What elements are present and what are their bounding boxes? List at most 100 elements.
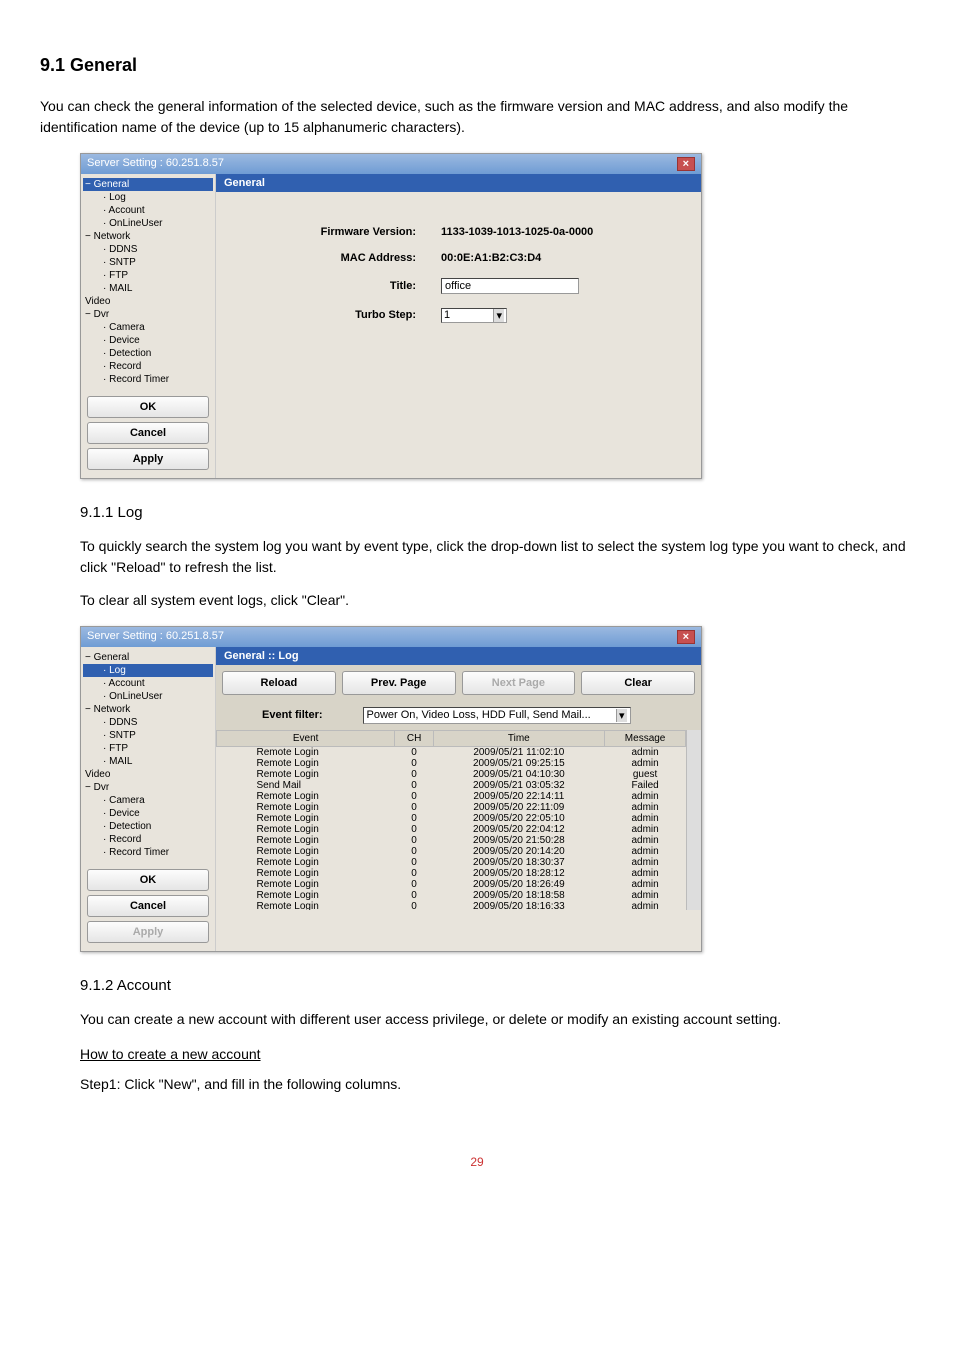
tree-item[interactable]: · SNTP: [83, 729, 213, 742]
cell-ch: 0: [395, 846, 434, 857]
nav-tree[interactable]: − General· Log· Account· OnLineUser− Net…: [83, 178, 213, 386]
section-intro: You can check the general information of…: [40, 96, 914, 138]
tree-item[interactable]: · Device: [83, 807, 213, 820]
tree-item[interactable]: · Detection: [83, 347, 213, 360]
cell-time: 2009/05/20 22:11:09: [433, 802, 604, 813]
account-heading: 9.1.2 Account: [80, 977, 914, 994]
next-page-button[interactable]: Next Page: [462, 671, 576, 695]
ok-button[interactable]: OK: [87, 396, 209, 418]
cell-event: Remote Login: [217, 879, 395, 890]
ok-button[interactable]: OK: [87, 869, 209, 891]
cell-ch: 0: [395, 824, 434, 835]
cancel-button[interactable]: Cancel: [87, 422, 209, 444]
table-row[interactable]: Remote Login02009/05/20 22:11:09admin: [217, 802, 686, 813]
tree-item[interactable]: · Record: [83, 833, 213, 846]
table-row[interactable]: Remote Login02009/05/20 22:04:12admin: [217, 824, 686, 835]
cell-time: 2009/05/20 22:14:11: [433, 791, 604, 802]
tree-item[interactable]: · Camera: [83, 794, 213, 807]
dialog-title: Server Setting : 60.251.8.57: [87, 630, 224, 644]
tree-item[interactable]: · Account: [83, 677, 213, 690]
cell-ch: 0: [395, 868, 434, 879]
tree-item[interactable]: · OnLineUser: [83, 690, 213, 703]
turbo-value: 1: [444, 309, 450, 322]
tree-item[interactable]: − Dvr: [83, 308, 213, 321]
apply-button[interactable]: Apply: [87, 448, 209, 470]
col-event[interactable]: Event: [217, 730, 395, 746]
tree-item[interactable]: · MAIL: [83, 755, 213, 768]
clear-button[interactable]: Clear: [581, 671, 695, 695]
table-row[interactable]: Remote Login02009/05/21 09:25:15admin: [217, 758, 686, 769]
log-heading: 9.1.1 Log: [80, 504, 914, 521]
table-row[interactable]: Remote Login02009/05/20 18:16:33admin: [217, 901, 686, 910]
cell-ch: 0: [395, 890, 434, 901]
close-icon[interactable]: ×: [677, 157, 695, 171]
col-message[interactable]: Message: [604, 730, 686, 746]
howto-heading: How to create a new account: [80, 1046, 914, 1062]
tree-item[interactable]: Video: [83, 768, 213, 781]
cell-time: 2009/05/21 09:25:15: [433, 758, 604, 769]
cell-ch: 0: [395, 802, 434, 813]
table-row[interactable]: Remote Login02009/05/20 20:14:20admin: [217, 846, 686, 857]
tree-item[interactable]: · Log: [83, 664, 213, 677]
tree-item[interactable]: · Record Timer: [83, 373, 213, 386]
reload-button[interactable]: Reload: [222, 671, 336, 695]
table-row[interactable]: Remote Login02009/05/20 21:50:28admin: [217, 835, 686, 846]
cell-time: 2009/05/20 18:16:33: [433, 901, 604, 910]
tree-item[interactable]: · Detection: [83, 820, 213, 833]
table-row[interactable]: Remote Login02009/05/21 11:02:10admin: [217, 746, 686, 758]
cell-message: admin: [604, 901, 686, 910]
account-p1: You can create a new account with differ…: [80, 1009, 914, 1030]
apply-button[interactable]: Apply: [87, 921, 209, 943]
col-ch[interactable]: CH: [395, 730, 434, 746]
tree-item[interactable]: − General: [83, 178, 213, 191]
turbo-select[interactable]: 1 ▾: [441, 308, 507, 323]
event-filter-select[interactable]: Power On, Video Loss, HDD Full, Send Mai…: [363, 707, 631, 724]
cancel-button[interactable]: Cancel: [87, 895, 209, 917]
table-row[interactable]: Remote Login02009/05/20 18:18:58admin: [217, 890, 686, 901]
table-row[interactable]: Remote Login02009/05/20 18:26:49admin: [217, 879, 686, 890]
section-heading: 9.1 General: [40, 55, 914, 76]
log-p2: To clear all system event logs, click "C…: [80, 590, 914, 611]
tree-item[interactable]: · FTP: [83, 742, 213, 755]
tree-item[interactable]: · FTP: [83, 269, 213, 282]
prev-page-button[interactable]: Prev. Page: [342, 671, 456, 695]
cell-message: Failed: [604, 780, 686, 791]
close-icon[interactable]: ×: [677, 630, 695, 644]
tree-item[interactable]: − Dvr: [83, 781, 213, 794]
tree-item[interactable]: · DDNS: [83, 243, 213, 256]
cell-time: 2009/05/20 22:05:10: [433, 813, 604, 824]
tree-item[interactable]: − General: [83, 651, 213, 664]
tree-item[interactable]: · Record Timer: [83, 846, 213, 859]
cell-time: 2009/05/20 18:28:12: [433, 868, 604, 879]
scrollbar[interactable]: [686, 730, 701, 910]
tree-item[interactable]: − Network: [83, 703, 213, 716]
col-time[interactable]: Time: [433, 730, 604, 746]
tree-item[interactable]: · MAIL: [83, 282, 213, 295]
table-row[interactable]: Send Mail02009/05/21 03:05:32Failed: [217, 780, 686, 791]
server-setting-dialog-log: Server Setting : 60.251.8.57 × − General…: [80, 626, 702, 952]
cell-event: Remote Login: [217, 901, 395, 910]
table-row[interactable]: Remote Login02009/05/20 18:28:12admin: [217, 868, 686, 879]
tree-item[interactable]: Video: [83, 295, 213, 308]
tree-item[interactable]: · DDNS: [83, 716, 213, 729]
cell-message: admin: [604, 846, 686, 857]
tree-item[interactable]: · Record: [83, 360, 213, 373]
tree-item[interactable]: · OnLineUser: [83, 217, 213, 230]
table-row[interactable]: Remote Login02009/05/20 22:14:11admin: [217, 791, 686, 802]
table-row[interactable]: Remote Login02009/05/21 04:10:30guest: [217, 769, 686, 780]
nav-tree[interactable]: − General· Log· Account· OnLineUser− Net…: [83, 651, 213, 859]
step1-text: Step1: Click "New", and fill in the foll…: [80, 1074, 914, 1095]
tree-item[interactable]: · Device: [83, 334, 213, 347]
title-input[interactable]: office: [441, 278, 579, 294]
table-row[interactable]: Remote Login02009/05/20 18:30:37admin: [217, 857, 686, 868]
table-row[interactable]: Remote Login02009/05/20 22:05:10admin: [217, 813, 686, 824]
tree-item[interactable]: − Network: [83, 230, 213, 243]
cell-message: admin: [604, 824, 686, 835]
tree-item[interactable]: · SNTP: [83, 256, 213, 269]
tree-item[interactable]: · Account: [83, 204, 213, 217]
firmware-value: 1133-1039-1013-1025-0a-0000: [441, 226, 593, 238]
tree-item[interactable]: · Camera: [83, 321, 213, 334]
tree-item[interactable]: · Log: [83, 191, 213, 204]
cell-ch: 0: [395, 857, 434, 868]
cell-message: admin: [604, 890, 686, 901]
